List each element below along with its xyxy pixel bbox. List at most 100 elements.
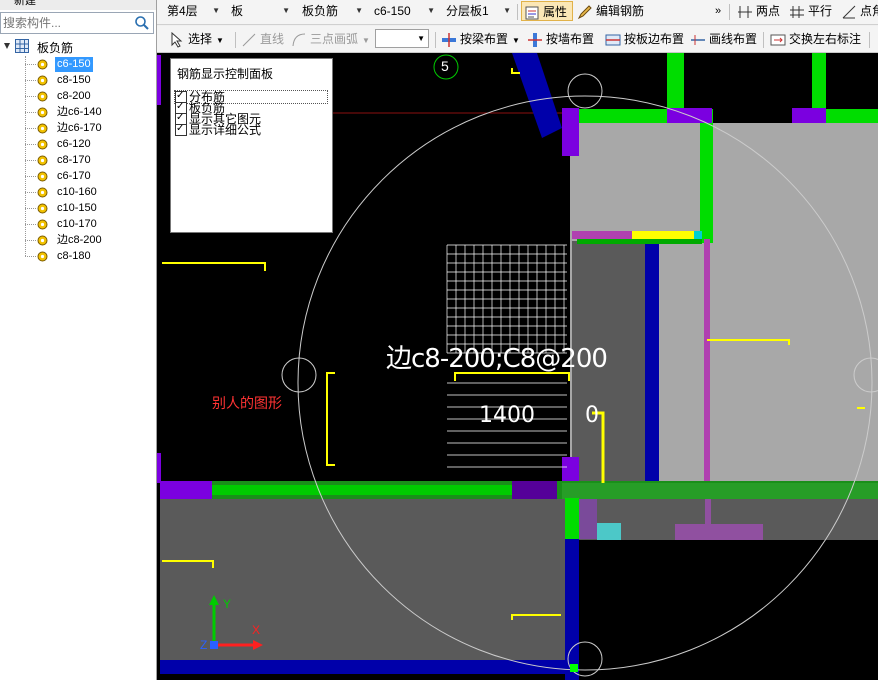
plate-edge-line <box>704 239 710 481</box>
chevron-down-icon: ▼ <box>512 36 520 45</box>
rebar-icon <box>37 155 48 166</box>
tree-item[interactable]: 边c6-170 <box>0 121 156 137</box>
arc-icon <box>292 33 306 46</box>
tree-item[interactable]: 边c6-140 <box>0 105 156 121</box>
tree-item-label: c6-120 <box>57 138 91 150</box>
tree-guide <box>25 112 36 113</box>
type-select[interactable]: 板 ▼ <box>225 1 293 21</box>
z-axis-label: Z <box>200 638 208 652</box>
tree-item-label: c10-170 <box>57 218 97 230</box>
draw-toolbar: 选择 ▼ 直线 三点画弧 ▼ ▼ 按梁布置 ▼ 按墙布置 按板边布置 画线布置 交换左… <box>157 26 878 53</box>
tree-item[interactable]: c8-200 <box>0 89 156 105</box>
component-panel: 新建 板负筋 c6-150 c8-150 c8-200 边c6-140 边c6-170 c… <box>0 0 157 680</box>
line-button[interactable]: 直线 <box>241 29 284 49</box>
place-by-wall-button[interactable]: 按墙布置 <box>527 29 594 49</box>
tree-item[interactable]: c10-170 <box>0 217 156 233</box>
search-input[interactable] <box>1 15 131 31</box>
drawing-canvas[interactable]: 钢筋显示控制面板 分布筋板负筋显示其它图元显示详细公式 边c8-200;C8@2… <box>157 53 878 680</box>
swap-labels-button[interactable]: 交换左右标注 <box>770 29 861 49</box>
two-point-button[interactable]: 两点 <box>737 1 780 21</box>
toolbar-separator <box>435 32 436 48</box>
plate-edge-green <box>577 239 702 244</box>
point-angle-icon <box>842 5 856 19</box>
select-button[interactable]: 选择 ▼ <box>169 29 224 49</box>
search-icon[interactable] <box>133 14 151 32</box>
tree-item-label: c8-170 <box>57 154 91 166</box>
toolbar-separator <box>763 32 764 48</box>
column-edge <box>157 453 161 483</box>
tree-item[interactable]: 边c8-200 <box>0 233 156 249</box>
tree-item-label: c10-160 <box>57 186 97 198</box>
spec-select[interactable]: c6-150 ▼ <box>368 1 438 21</box>
tree-guide <box>25 80 36 81</box>
strip-purple <box>579 499 597 539</box>
search-box <box>0 12 154 34</box>
layer-select[interactable]: 分层板1 ▼ <box>440 1 514 21</box>
column-edge <box>157 55 161 105</box>
tree-item[interactable]: c10-160 <box>0 185 156 201</box>
arc-option-select[interactable]: ▼ <box>375 29 429 48</box>
properties-button[interactable]: 属性 <box>521 1 573 21</box>
wall-place-icon <box>528 32 542 47</box>
cursor-icon <box>171 31 183 48</box>
chevron-down-icon: ▼ <box>503 6 511 15</box>
tree-item[interactable]: c10-150 <box>0 201 156 217</box>
tree-guide <box>25 160 36 161</box>
tree-item[interactable]: c8-180 <box>0 249 156 265</box>
new-toolbar: 新建 <box>0 0 156 10</box>
display-option-checkbox[interactable]: 显示详细公式 <box>175 123 261 136</box>
tree-guide <box>25 128 36 129</box>
x-axis-label: X <box>252 623 261 637</box>
tree-item[interactable]: c8-170 <box>0 153 156 169</box>
parallel-icon <box>790 5 804 18</box>
tree-item[interactable]: c6-150 <box>0 57 156 73</box>
checkbox-icon[interactable] <box>175 123 187 136</box>
floor-select[interactable]: 第4层 ▼ <box>161 1 223 21</box>
point-angle-button[interactable]: 点角 <box>841 1 878 21</box>
origin-marker <box>210 641 218 649</box>
collapse-icon[interactable] <box>3 42 11 50</box>
column <box>562 457 579 481</box>
tree-guide <box>25 192 36 193</box>
rebar-mark <box>162 262 266 271</box>
note-label: 别人的图形 <box>212 395 282 411</box>
bottom-strip <box>675 524 763 540</box>
tree-guide <box>25 176 36 177</box>
rebar-icon <box>37 107 48 118</box>
wall-segment <box>667 53 684 108</box>
rebar-icon <box>37 171 48 182</box>
tree-guide <box>25 208 36 209</box>
diagonal-beam <box>512 53 562 138</box>
parallel-button[interactable]: 平行 <box>789 1 832 21</box>
edit-rebar-button[interactable]: 编辑钢筋 <box>577 1 644 21</box>
column <box>562 108 579 156</box>
bottom-strip-stem <box>705 499 711 525</box>
tree-guide <box>25 96 36 97</box>
rebar-icon <box>37 75 48 86</box>
swap-icon <box>770 34 786 46</box>
tree-item[interactable]: c6-120 <box>0 137 156 153</box>
new-button[interactable]: 新建 <box>0 0 36 7</box>
subtype-select[interactable]: 板负筋 ▼ <box>296 1 366 21</box>
tree-guide <box>25 256 36 257</box>
tree-guide <box>25 144 36 145</box>
wall-segment <box>700 123 713 243</box>
more-tools-button[interactable]: » <box>715 1 721 21</box>
place-by-beam-button[interactable]: 按梁布置 ▼ <box>441 29 520 49</box>
column <box>512 481 557 499</box>
tree-item[interactable]: c6-170 <box>0 169 156 185</box>
beam-vertical <box>645 241 659 481</box>
rebar-icon <box>37 203 48 214</box>
tree-item-label: c6-150 <box>55 57 93 72</box>
grid-icon <box>15 39 29 53</box>
long-wall-inner <box>212 485 512 495</box>
three-point-arc-button[interactable]: 三点画弧 ▼ <box>291 29 370 49</box>
tree-guide <box>25 224 36 225</box>
tree-root[interactable]: 板负筋 <box>0 38 156 56</box>
toolbar-separator <box>517 4 518 20</box>
line-place-button[interactable]: 画线布置 <box>690 29 757 49</box>
grip-circle <box>567 73 603 109</box>
tree-item[interactable]: c8-150 <box>0 73 156 89</box>
place-by-plate-edge-button[interactable]: 按板边布置 <box>605 29 684 49</box>
rebar-yellow <box>632 231 694 239</box>
